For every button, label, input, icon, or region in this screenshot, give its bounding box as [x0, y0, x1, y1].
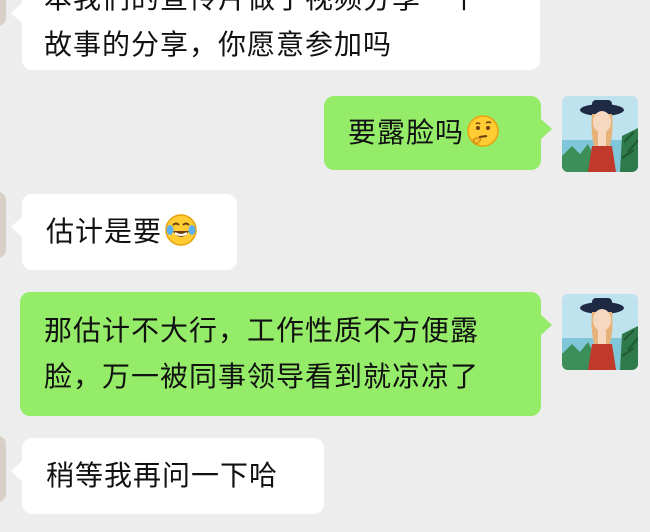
contact-avatar[interactable] — [0, 0, 6, 26]
thinking-face-icon — [467, 115, 499, 147]
message-text-line: 本我们的宣传片做了视频分享一个 — [44, 0, 518, 22]
contact-avatar[interactable] — [0, 192, 6, 258]
message-text: 估计是要 — [46, 215, 163, 248]
message-text-line: 那估计不大行，工作性质不方便露 — [44, 314, 480, 347]
tears-of-joy-icon — [165, 214, 197, 246]
message-bubble-outgoing[interactable]: 那估计不大行，工作性质不方便露 脸，万一被同事领导看到就凉凉了 — [20, 292, 552, 416]
message-bubble-incoming[interactable]: 估计是要 — [11, 194, 237, 270]
my-avatar[interactable] — [562, 96, 638, 172]
message-text: 要露脸吗 — [348, 116, 465, 149]
message-bubble-incoming[interactable]: 稍等我再问一下哈 — [11, 438, 324, 514]
message-bubble-outgoing[interactable]: 要露脸吗 — [324, 96, 552, 170]
message-bubble-incoming[interactable]: 本我们的宣传片做了视频分享一个 故事的分享，你愿意参加吗 — [11, 0, 540, 70]
message-text: 稍等我再问一下哈 — [46, 459, 279, 492]
message-text-line: 脸，万一被同事领导看到就凉凉了 — [44, 360, 480, 393]
my-avatar[interactable] — [562, 294, 638, 370]
message-text-line: 故事的分享，你愿意参加吗 — [44, 28, 393, 61]
contact-avatar[interactable] — [0, 436, 6, 502]
chat-area[interactable]: 本我们的宣传片做了视频分享一个 故事的分享，你愿意参加吗 要露脸吗 — [0, 0, 650, 532]
